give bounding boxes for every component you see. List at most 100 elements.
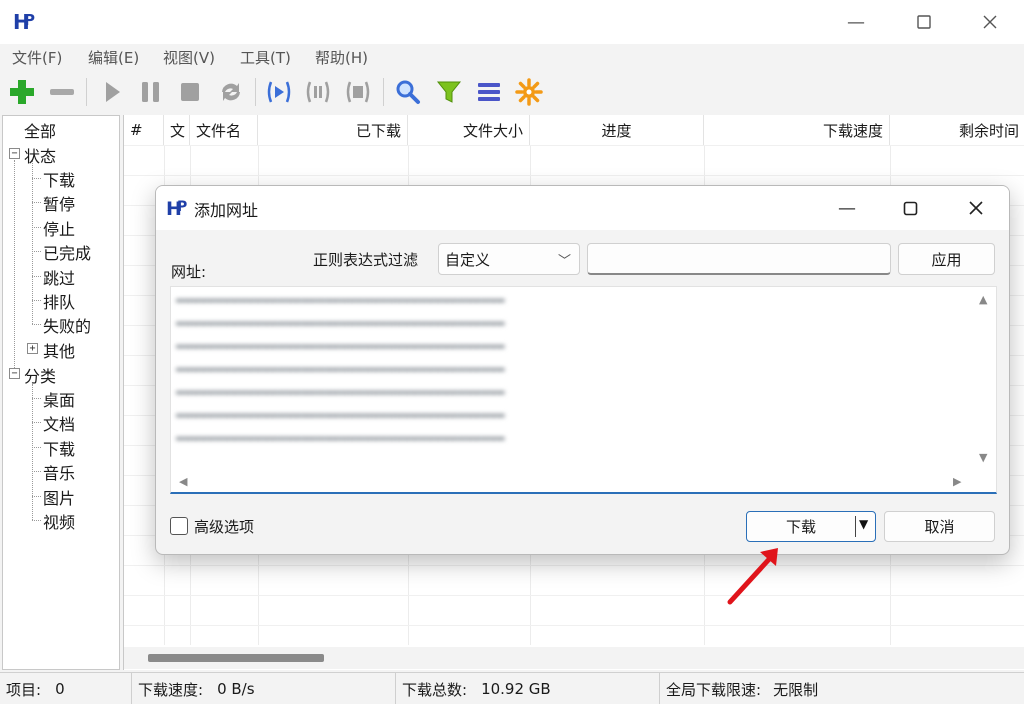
column-header-speed[interactable]: 下载速度 (704, 115, 890, 145)
maximize-icon (903, 201, 917, 215)
status-items-value: 0 (55, 680, 65, 698)
column-header-filename[interactable]: 文件名 (190, 115, 258, 145)
start-all-button[interactable] (261, 74, 297, 110)
status-speed-limit: 全局下载限速: 无限制 (660, 673, 1024, 704)
grid-line (124, 175, 1024, 176)
column-header-downloaded[interactable]: 已下载 (258, 115, 408, 145)
apply-button[interactable]: 应用 (898, 243, 995, 275)
advanced-options-checkbox[interactable] (170, 517, 188, 535)
maximize-button[interactable] (890, 0, 958, 44)
start-all-icon (267, 81, 291, 103)
tree-item-downloading[interactable]: 下载 (43, 167, 75, 191)
remove-icon (50, 89, 74, 95)
add-icon (10, 80, 34, 104)
close-button[interactable] (956, 0, 1024, 44)
collapse-icon[interactable]: − (9, 368, 20, 379)
dialog-close-button[interactable] (946, 186, 1006, 230)
status-speed: 下载速度: 0 B/s (132, 673, 396, 704)
tree-line (32, 384, 33, 520)
list-button[interactable] (471, 74, 507, 110)
column-header-index[interactable]: # (124, 115, 164, 145)
tree-item-all[interactable]: 全部 (24, 118, 56, 142)
tree-item-documents[interactable]: 文档 (43, 411, 75, 435)
tree-item-failed[interactable]: 失败的 (43, 313, 91, 337)
url-vertical-scrollbar[interactable]: ▲ ▼ (974, 287, 996, 472)
filter-icon (436, 81, 462, 103)
svg-text:P: P (177, 199, 187, 215)
column-header-type[interactable]: 文 (164, 115, 190, 145)
add-button[interactable] (4, 74, 40, 110)
pause-button[interactable] (133, 74, 169, 110)
scroll-up-icon[interactable]: ▲ (979, 293, 987, 306)
remove-button[interactable] (44, 74, 80, 110)
menu-file[interactable]: 文件(F) (12, 47, 62, 68)
tree-item-status[interactable]: 状态 (24, 143, 56, 167)
url-line: ▬▬▬▬▬▬▬▬▬▬▬▬▬▬▬▬▬▬▬▬▬▬▬▬▬▬▬▬▬▬▬▬▬▬▬▬▬▬▬▬… (176, 339, 505, 354)
tree-item-desktop[interactable]: 桌面 (43, 387, 75, 411)
regex-filter-input[interactable] (587, 243, 891, 275)
column-header-filesize[interactable]: 文件大小 (408, 115, 530, 145)
column-header-remaining[interactable]: 剩余时间 (890, 115, 1024, 145)
url-textarea[interactable]: ▬▬▬▬▬▬▬▬▬▬▬▬▬▬▬▬▬▬▬▬▬▬▬▬▬▬▬▬▬▬▬▬▬▬▬▬▬▬▬▬… (170, 286, 997, 494)
refresh-button[interactable] (213, 74, 249, 110)
download-split-button[interactable]: 下载 ▼ (746, 511, 876, 542)
scroll-down-icon[interactable]: ▼ (979, 451, 987, 464)
tree-line (32, 422, 41, 423)
dialog-minimize-button[interactable]: — (817, 186, 877, 230)
add-url-dialog: H P 添加网址 — 网址: 正则表达式过滤 自定义 ﹀ 应用 ▬▬▬▬▬▬▬▬… (155, 185, 1010, 555)
expand-icon[interactable]: + (27, 343, 38, 354)
collapse-icon[interactable]: − (9, 148, 20, 159)
regex-filter-label: 正则表达式过滤 (313, 251, 419, 269)
advanced-options-label[interactable]: 高级选项 (194, 516, 254, 537)
tree-item-completed[interactable]: 已完成 (43, 240, 91, 264)
tree-item-downloads[interactable]: 下载 (43, 436, 75, 460)
tree-item-other[interactable]: 其他 (43, 338, 75, 362)
column-header-progress[interactable]: 进度 (530, 115, 704, 145)
tree-item-videos[interactable]: 视频 (43, 509, 75, 533)
status-total: 下载总数: 10.92 GB (396, 673, 660, 704)
app-logo-icon: H P (13, 10, 35, 34)
tree-item-queued[interactable]: 排队 (43, 289, 75, 313)
url-line: ▬▬▬▬▬▬▬▬▬▬▬▬▬▬▬▬▬▬▬▬▬▬▬▬▬▬▬▬▬▬▬▬▬▬▬▬▬▬▬▬… (176, 362, 505, 377)
start-button[interactable] (94, 74, 130, 110)
regex-filter-select[interactable]: 自定义 ﹀ (438, 243, 580, 275)
stop-button[interactable] (172, 74, 208, 110)
status-limit-label: 全局下载限速: (666, 680, 762, 699)
tree-line (32, 300, 41, 301)
tree-item-category[interactable]: 分类 (24, 363, 56, 387)
url-line: ▬▬▬▬▬▬▬▬▬▬▬▬▬▬▬▬▬▬▬▬▬▬▬▬▬▬▬▬▬▬▬▬▬▬▬▬▬▬▬▬… (176, 385, 505, 400)
tree-line (32, 276, 41, 277)
search-button[interactable] (390, 74, 426, 110)
scroll-right-icon[interactable]: ▶ (953, 475, 961, 488)
tree-item-paused[interactable]: 暂停 (43, 191, 75, 215)
status-items-label: 项目: (6, 680, 42, 699)
menu-view[interactable]: 视图(V) (163, 47, 215, 68)
tree-item-stopped[interactable]: 停止 (43, 216, 75, 240)
stop-all-button[interactable] (340, 74, 376, 110)
settings-button[interactable] (511, 74, 547, 110)
tree-item-music[interactable]: 音乐 (43, 460, 75, 484)
grid-line (124, 145, 1024, 146)
svg-text:P: P (24, 11, 35, 29)
table-scrollbar-thumb[interactable] (148, 654, 324, 662)
grid-line (124, 565, 1024, 566)
filter-button[interactable] (431, 74, 467, 110)
minimize-button[interactable]: — (822, 0, 890, 44)
caret-down-icon[interactable]: ▼ (859, 517, 868, 531)
cancel-button[interactable]: 取消 (884, 511, 995, 542)
url-line: ▬▬▬▬▬▬▬▬▬▬▬▬▬▬▬▬▬▬▬▬▬▬▬▬▬▬▬▬▬▬▬▬▬▬▬▬▬▬▬▬… (176, 316, 505, 331)
url-horizontal-scrollbar[interactable]: ◀ ▶ (171, 472, 976, 492)
pause-all-button[interactable] (300, 74, 336, 110)
refresh-icon (222, 83, 240, 101)
status-limit-value: 无限制 (773, 680, 819, 699)
menu-help[interactable]: 帮助(H) (315, 47, 368, 68)
tree-item-pictures[interactable]: 图片 (43, 485, 75, 509)
dialog-maximize-button[interactable] (880, 186, 940, 230)
scroll-left-icon[interactable]: ◀ (179, 475, 187, 488)
menu-edit[interactable]: 编辑(E) (88, 47, 139, 68)
tree-line (32, 496, 41, 497)
download-button[interactable]: 下载 (747, 512, 855, 541)
tree-item-skipped[interactable]: 跳过 (43, 265, 75, 289)
menu-tools[interactable]: 工具(T) (240, 47, 291, 68)
toolbar-separator (383, 78, 384, 106)
